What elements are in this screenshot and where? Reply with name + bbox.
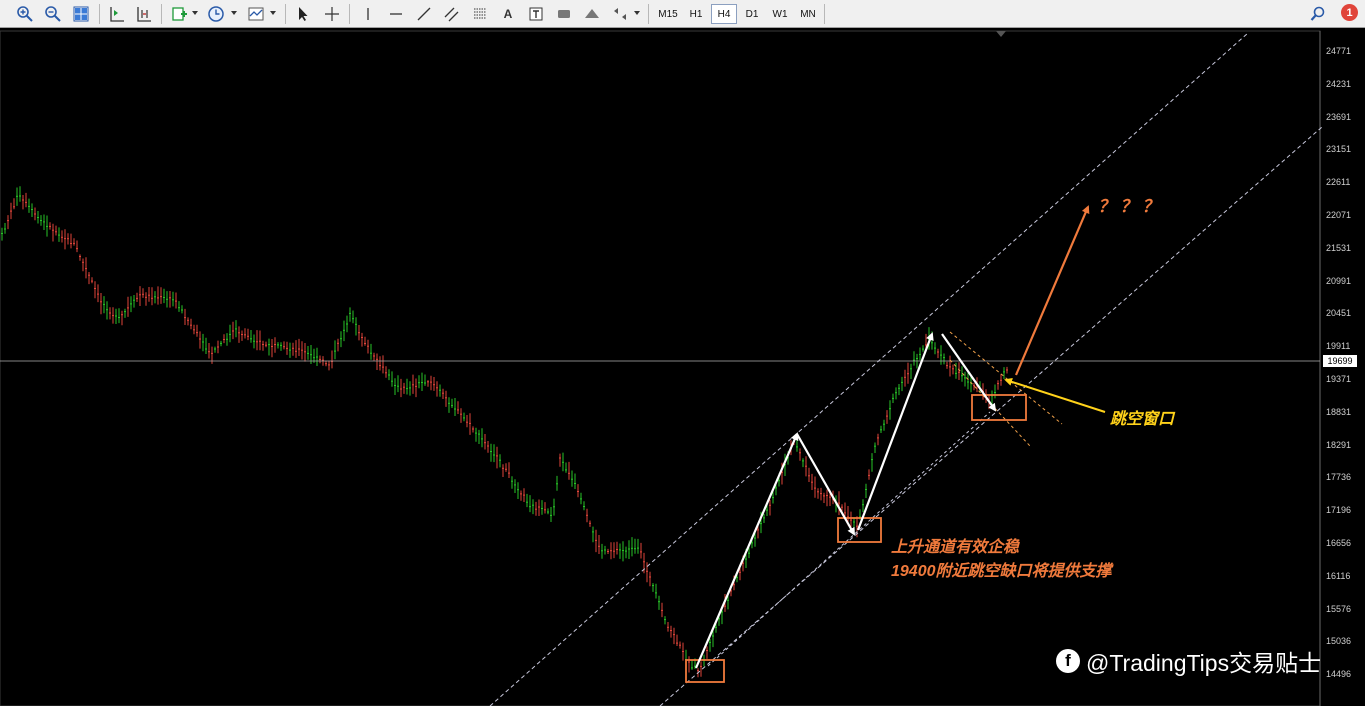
price-axis-label: 20451 bbox=[1326, 308, 1352, 319]
tile-windows-icon bbox=[73, 6, 89, 22]
search-icon bbox=[1310, 6, 1325, 21]
gap-window-box bbox=[971, 394, 1027, 421]
trend-arrow bbox=[796, 433, 855, 536]
cursor-arrow-icon bbox=[299, 7, 308, 21]
arrows-icon bbox=[614, 8, 626, 20]
template-icon bbox=[248, 7, 264, 21]
candlestick-series bbox=[1, 186, 1008, 678]
chart-toolbar: A M15 H1 H4 D1 W1 MN 1 bbox=[0, 0, 1365, 28]
timeframe-mn-button[interactable]: MN bbox=[795, 4, 821, 24]
tile-windows-button[interactable] bbox=[70, 3, 92, 25]
periodicity-button[interactable] bbox=[205, 3, 227, 25]
timeframe-d1-button[interactable]: D1 bbox=[739, 4, 765, 24]
price-axis-label: 15036 bbox=[1326, 636, 1352, 647]
text-tool-button[interactable]: A bbox=[497, 3, 519, 25]
trendline-tool-button[interactable] bbox=[413, 3, 435, 25]
zoom-in-button[interactable] bbox=[14, 3, 36, 25]
price-axis-label: 22071 bbox=[1326, 210, 1352, 220]
channel-icon bbox=[444, 7, 459, 22]
auto-scroll-icon bbox=[110, 7, 124, 22]
chart-frame bbox=[0, 30, 1321, 706]
text-label-icon bbox=[529, 7, 543, 21]
channel-lower-line bbox=[659, 126, 1323, 706]
horizontal-line-tool-button[interactable] bbox=[385, 3, 407, 25]
projection-arrow bbox=[1014, 205, 1090, 376]
price-axis-label: 23691 bbox=[1326, 111, 1352, 122]
indicators-icon bbox=[172, 7, 187, 21]
zoom-out-icon bbox=[45, 6, 61, 22]
current-price-tag: 19699 bbox=[1323, 355, 1357, 367]
vertical-line-tool-button[interactable] bbox=[357, 3, 379, 25]
horizontal-line-icon bbox=[390, 13, 402, 15]
chart-overlays bbox=[0, 30, 1323, 706]
price-axis-label: 20991 bbox=[1326, 275, 1352, 286]
price-axis-label: 14496 bbox=[1326, 669, 1352, 680]
rectangle-tool-button[interactable] bbox=[553, 3, 575, 25]
crosshair-icon bbox=[325, 7, 339, 21]
price-axis-label: 23151 bbox=[1326, 144, 1352, 155]
indicators-button[interactable] bbox=[168, 3, 190, 25]
channel-note-line-1: 上升通道有效企稳 bbox=[891, 539, 1020, 556]
gap-window-label: 跳空窗口 bbox=[1110, 411, 1175, 428]
price-axis-label: 15576 bbox=[1326, 603, 1352, 614]
chevron-down-icon[interactable] bbox=[634, 11, 640, 15]
auto-scroll-button[interactable] bbox=[106, 3, 128, 25]
channel-note-line-2: 19400附近跳空缺口将提供支撑 bbox=[891, 563, 1112, 580]
rectangle-icon bbox=[558, 10, 570, 18]
price-axis-label: 18291 bbox=[1326, 439, 1352, 450]
gap-pointer-arrow bbox=[1004, 378, 1106, 413]
trend-arrow bbox=[694, 432, 799, 669]
search-button[interactable] bbox=[1307, 3, 1329, 25]
watermark: f @TradingTips交易贴士 bbox=[1056, 644, 1321, 678]
timeframe-m15-button[interactable]: M15 bbox=[655, 4, 681, 24]
templates-button[interactable] bbox=[245, 3, 267, 25]
vertical-line-icon bbox=[367, 8, 369, 20]
chevron-down-icon[interactable] bbox=[192, 11, 198, 15]
support-box-2 bbox=[837, 517, 882, 543]
chevron-down-icon[interactable] bbox=[270, 11, 276, 15]
price-axis-label: 22611 bbox=[1326, 177, 1351, 188]
zoom-out-button[interactable] bbox=[42, 3, 64, 25]
clock-icon bbox=[208, 6, 224, 22]
chart-shift-marker bbox=[996, 31, 1006, 37]
facebook-icon: f bbox=[1056, 649, 1080, 673]
timeframe-h4-button[interactable]: H4 bbox=[711, 4, 737, 24]
price-axis-label: 16116 bbox=[1326, 570, 1351, 581]
trend-arrow bbox=[856, 332, 934, 531]
question-marks-label: ？？？ bbox=[1098, 197, 1164, 216]
fibonacci-icon bbox=[474, 8, 486, 19]
price-axis-label: 17736 bbox=[1326, 472, 1352, 483]
chart-shift-icon bbox=[137, 7, 151, 22]
arrows-tool-button[interactable] bbox=[609, 3, 631, 25]
fibonacci-tool-button[interactable] bbox=[469, 3, 491, 25]
triangle-tool-button[interactable] bbox=[581, 3, 603, 25]
triangle-icon bbox=[585, 9, 599, 18]
price-axis-label: 17196 bbox=[1326, 505, 1352, 516]
price-axis-label: 19911 bbox=[1326, 341, 1351, 352]
cursor-tool-button[interactable] bbox=[292, 3, 314, 25]
zoom-in-icon bbox=[17, 6, 33, 22]
price-axis-label: 24771 bbox=[1326, 46, 1352, 56]
price-axis-label: 24231 bbox=[1326, 78, 1352, 89]
crosshair-tool-button[interactable] bbox=[321, 3, 343, 25]
equidistant-channel-tool-button[interactable] bbox=[441, 3, 463, 25]
chevron-down-icon[interactable] bbox=[231, 11, 237, 15]
price-axis-label: 19371 bbox=[1326, 374, 1352, 384]
trendline-icon bbox=[417, 7, 431, 21]
timeframe-w1-button[interactable]: W1 bbox=[767, 4, 793, 24]
text-label-tool-button[interactable] bbox=[525, 3, 547, 25]
chart-shift-button[interactable] bbox=[133, 3, 155, 25]
price-axis-label: 18831 bbox=[1326, 406, 1352, 417]
channel-upper-line bbox=[489, 32, 1249, 706]
price-axis-label: 16656 bbox=[1326, 538, 1352, 548]
notification-badge[interactable]: 1 bbox=[1341, 4, 1358, 21]
price-axis-label: 21531 bbox=[1326, 242, 1352, 253]
price-chart[interactable] bbox=[0, 28, 1365, 706]
watermark-text: @TradingTips交易贴士 bbox=[1086, 650, 1322, 676]
timeframe-h1-button[interactable]: H1 bbox=[683, 4, 709, 24]
